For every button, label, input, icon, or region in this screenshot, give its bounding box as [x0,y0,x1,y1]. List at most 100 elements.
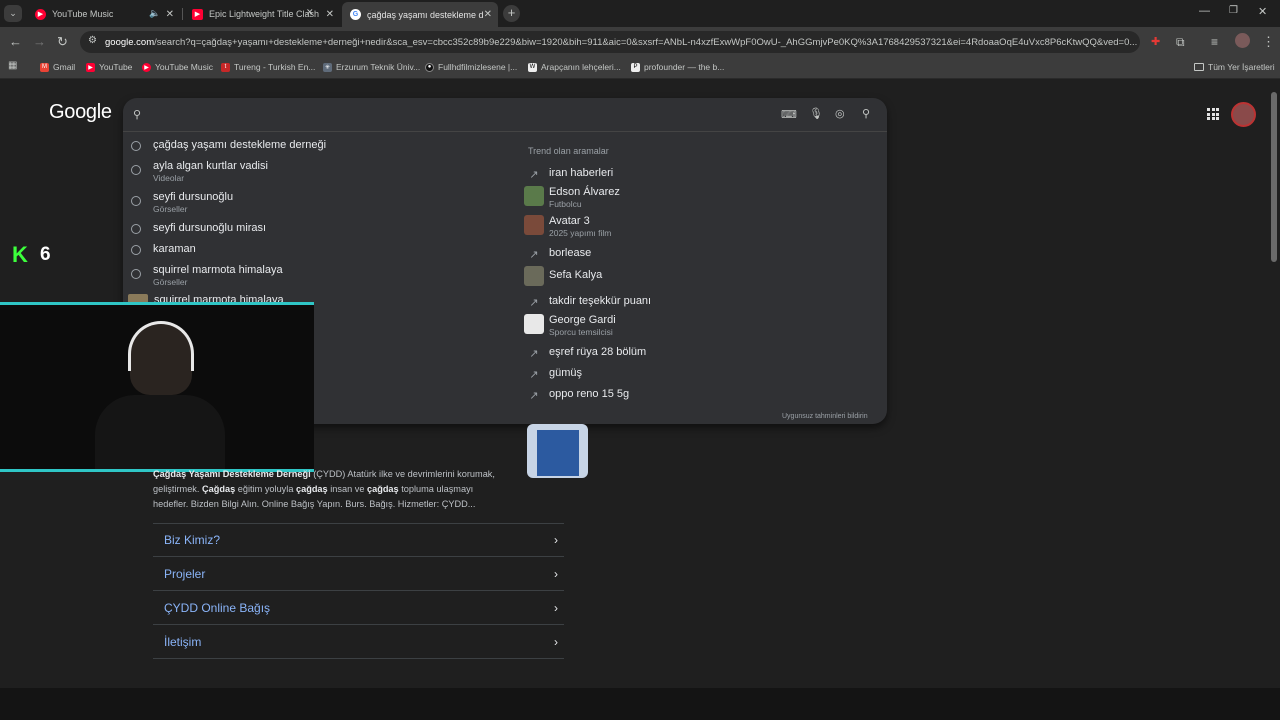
trending-icon: ↗ [529,168,539,181]
snippet-bold: çağdaş [366,484,399,494]
history-clock-icon [131,269,141,279]
address-bar[interactable]: ⚙ google.com/search?q=çağdaş+yaşamı+dest… [80,31,1140,53]
result-snippet: Çağdaş Yaşamı Destekleme Derneği (ÇYDD) … [153,467,513,512]
tab-search-button[interactable]: ⌄ [4,5,22,22]
browser-window: ⌄ ▶ YouTube Music 🔈 ✕ ▶ Epic Lightweight… [0,0,1280,720]
extensions-puzzle-icon[interactable]: ⧉ [1176,34,1185,50]
sitelink-online-bagis[interactable]: ÇYDD Online Bağış › [153,591,564,625]
url-path: /search?q=çağdaş+yaşamı+destekleme+derne… [154,36,1138,48]
history-suggestion[interactable]: seyfi dursunoğlu mirası [131,222,266,235]
report-predictions-link[interactable]: Uygunsuz tahminleri bildirin [782,413,868,420]
trending-suggestion[interactable]: ↗ oppo reno 15 5g [524,385,629,405]
person-thumbnail [524,266,544,286]
result-thumbnail[interactable] [527,424,588,478]
restore-icon[interactable]: ❐ [1229,5,1238,16]
suggestion-text: seyfi dursunoğlu mirası [153,222,267,234]
close-window-icon[interactable]: ✕ [1258,5,1267,18]
site-settings-icon[interactable]: ⚙ [88,35,97,46]
university-icon: ✳ [323,62,332,72]
speaker-icon[interactable]: 🔈 [149,8,160,19]
profile-avatar-small[interactable] [1235,33,1250,48]
sitelink-label: ÇYDD Online Bağış [164,600,271,615]
lens-camera-icon[interactable]: ◎ [835,107,845,120]
microphone-icon[interactable]: 🎙 [809,107,823,120]
bookmark-label: Tureng - Turkish En... [234,62,316,72]
tab-label: Epic Lightweight Title Clash [209,9,320,19]
all-bookmarks[interactable]: Tüm Yer İşaretleri [1194,62,1275,72]
trending-icon: ↗ [529,347,539,360]
trending-suggestion[interactable]: Edson Álvarez Futbolcu [524,186,620,209]
google-logo[interactable]: Google [49,101,112,124]
sitelink-label: İletişim [164,634,202,649]
trending-suggestion[interactable]: Sefa Kalya [524,266,602,286]
bookmark-youtube-music[interactable]: ▶ YouTube Music [142,62,213,72]
minimize-icon[interactable]: — [1199,5,1210,17]
bookmark-erzurum[interactable]: ✳ Erzurum Teknik Üniv... [323,62,420,72]
chevron-down-icon: ⌄ [9,8,17,18]
close-icon[interactable]: ✕ [326,9,334,20]
bookmark-arapca[interactable]: W Arapçanın lehçeleri... [528,62,621,72]
forward-icon[interactable]: → [33,34,46,50]
menu-dots-icon[interactable]: ⋮ [1262,34,1275,50]
youtube-icon: ▶ [192,8,203,20]
wikipedia-icon: W [528,62,537,72]
close-icon[interactable]: ✕ [166,9,174,20]
suggestion-text: Edson Álvarez [549,186,620,198]
trending-icon: ↗ [529,389,539,402]
suggestion-text: borlease [549,247,592,259]
bookmark-label: YouTube [99,62,133,72]
tab-epic-lightweight[interactable]: ▶ Epic Lightweight Title Clash ✕ ✕ [184,3,340,25]
tab-current-search[interactable]: G çağdaş yaşamı destekleme der ✕ [342,2,498,27]
account-avatar[interactable] [1231,102,1256,127]
sitelink-iletisim[interactable]: İletişim › [153,625,564,659]
thumbnail-graphic [537,430,579,476]
person-body [95,395,225,469]
suggestion-subtext: Videolar [153,173,185,183]
trending-suggestion[interactable]: ↗ iran haberleri [524,164,613,184]
sitelink-biz-kimiz[interactable]: Biz Kimiz? › [153,523,564,557]
extension-red-icon[interactable]: ✚ [1151,34,1160,50]
trending-suggestion[interactable]: Avatar 3 2025 yapımı film [524,215,611,238]
history-suggestion[interactable]: karaman [131,243,196,256]
chevron-right-icon: › [554,533,558,547]
trending-suggestion[interactable]: ↗ borlease [524,244,591,264]
bookmark-tureng[interactable]: t Tureng - Turkish En... [221,62,315,72]
new-tab-button[interactable]: + [503,5,520,22]
suggestion-text: çağdaş yaşamı destekleme derneği [153,139,327,151]
reload-icon[interactable]: ↻ [57,34,68,50]
tab-label: çağdaş yaşamı destekleme der [367,9,483,20]
mute-icon[interactable]: ✕ [306,7,314,18]
media-control-icon[interactable]: ≡ [1211,34,1218,50]
keyboard-icon[interactable]: ⌨ [781,108,797,121]
history-suggestion[interactable]: seyfi dursunoğlu Görseller [131,191,233,214]
back-icon[interactable]: ← [9,34,22,50]
snippet-bold: çağdaş [295,484,328,494]
bookmark-youtube[interactable]: ▶ YouTube [86,62,132,72]
snippet-text: insan ve [327,484,367,494]
trending-suggestion[interactable]: ↗ takdir teşekkür puanı [524,292,651,312]
trending-suggestion[interactable]: George Gardi Sporcu temsilcisi [524,314,616,337]
trending-icon: ↗ [529,248,539,261]
url-host: google.com [105,36,155,48]
close-icon[interactable]: ✕ [484,9,492,20]
trending-suggestion[interactable]: ↗ eşref rüya 28 bölüm [524,343,646,363]
history-suggestion[interactable]: squirrel marmota himalaya Görseller [131,264,283,287]
tab-youtube-music[interactable]: ▶ YouTube Music 🔈 ✕ [27,3,180,25]
bookmark-fullhd[interactable]: ● Fullhdfilmizlesene |... [425,62,517,72]
person-thumbnail [524,186,544,206]
all-bookmarks-label: Tüm Yer İşaretleri [1208,62,1275,72]
search-input[interactable]: ⚲ ⌨ 🎙 ◎ ⚲ [123,98,887,132]
sitelink-label: Projeler [164,566,206,581]
apps-grid-icon[interactable]: ▦ [8,60,17,71]
sitelink-projeler[interactable]: Projeler › [153,557,564,591]
trending-suggestion[interactable]: ↗ gümüş [524,364,582,384]
chevron-right-icon: › [554,566,558,581]
history-suggestion[interactable]: çağdaş yaşamı destekleme derneği [131,139,326,152]
bookmark-profounder[interactable]: Pprofounder — the b... [631,62,724,72]
google-apps-icon[interactable] [1207,108,1219,120]
page-scrollbar[interactable] [1271,92,1277,262]
search-submit-icon[interactable]: ⚲ [862,107,870,120]
bookmark-gmail[interactable]: M Gmail [40,62,75,72]
history-suggestion[interactable]: ayla algan kurtlar vadisi Videolar [131,160,268,183]
snippet-text: eğitim yoluyla [235,484,296,494]
